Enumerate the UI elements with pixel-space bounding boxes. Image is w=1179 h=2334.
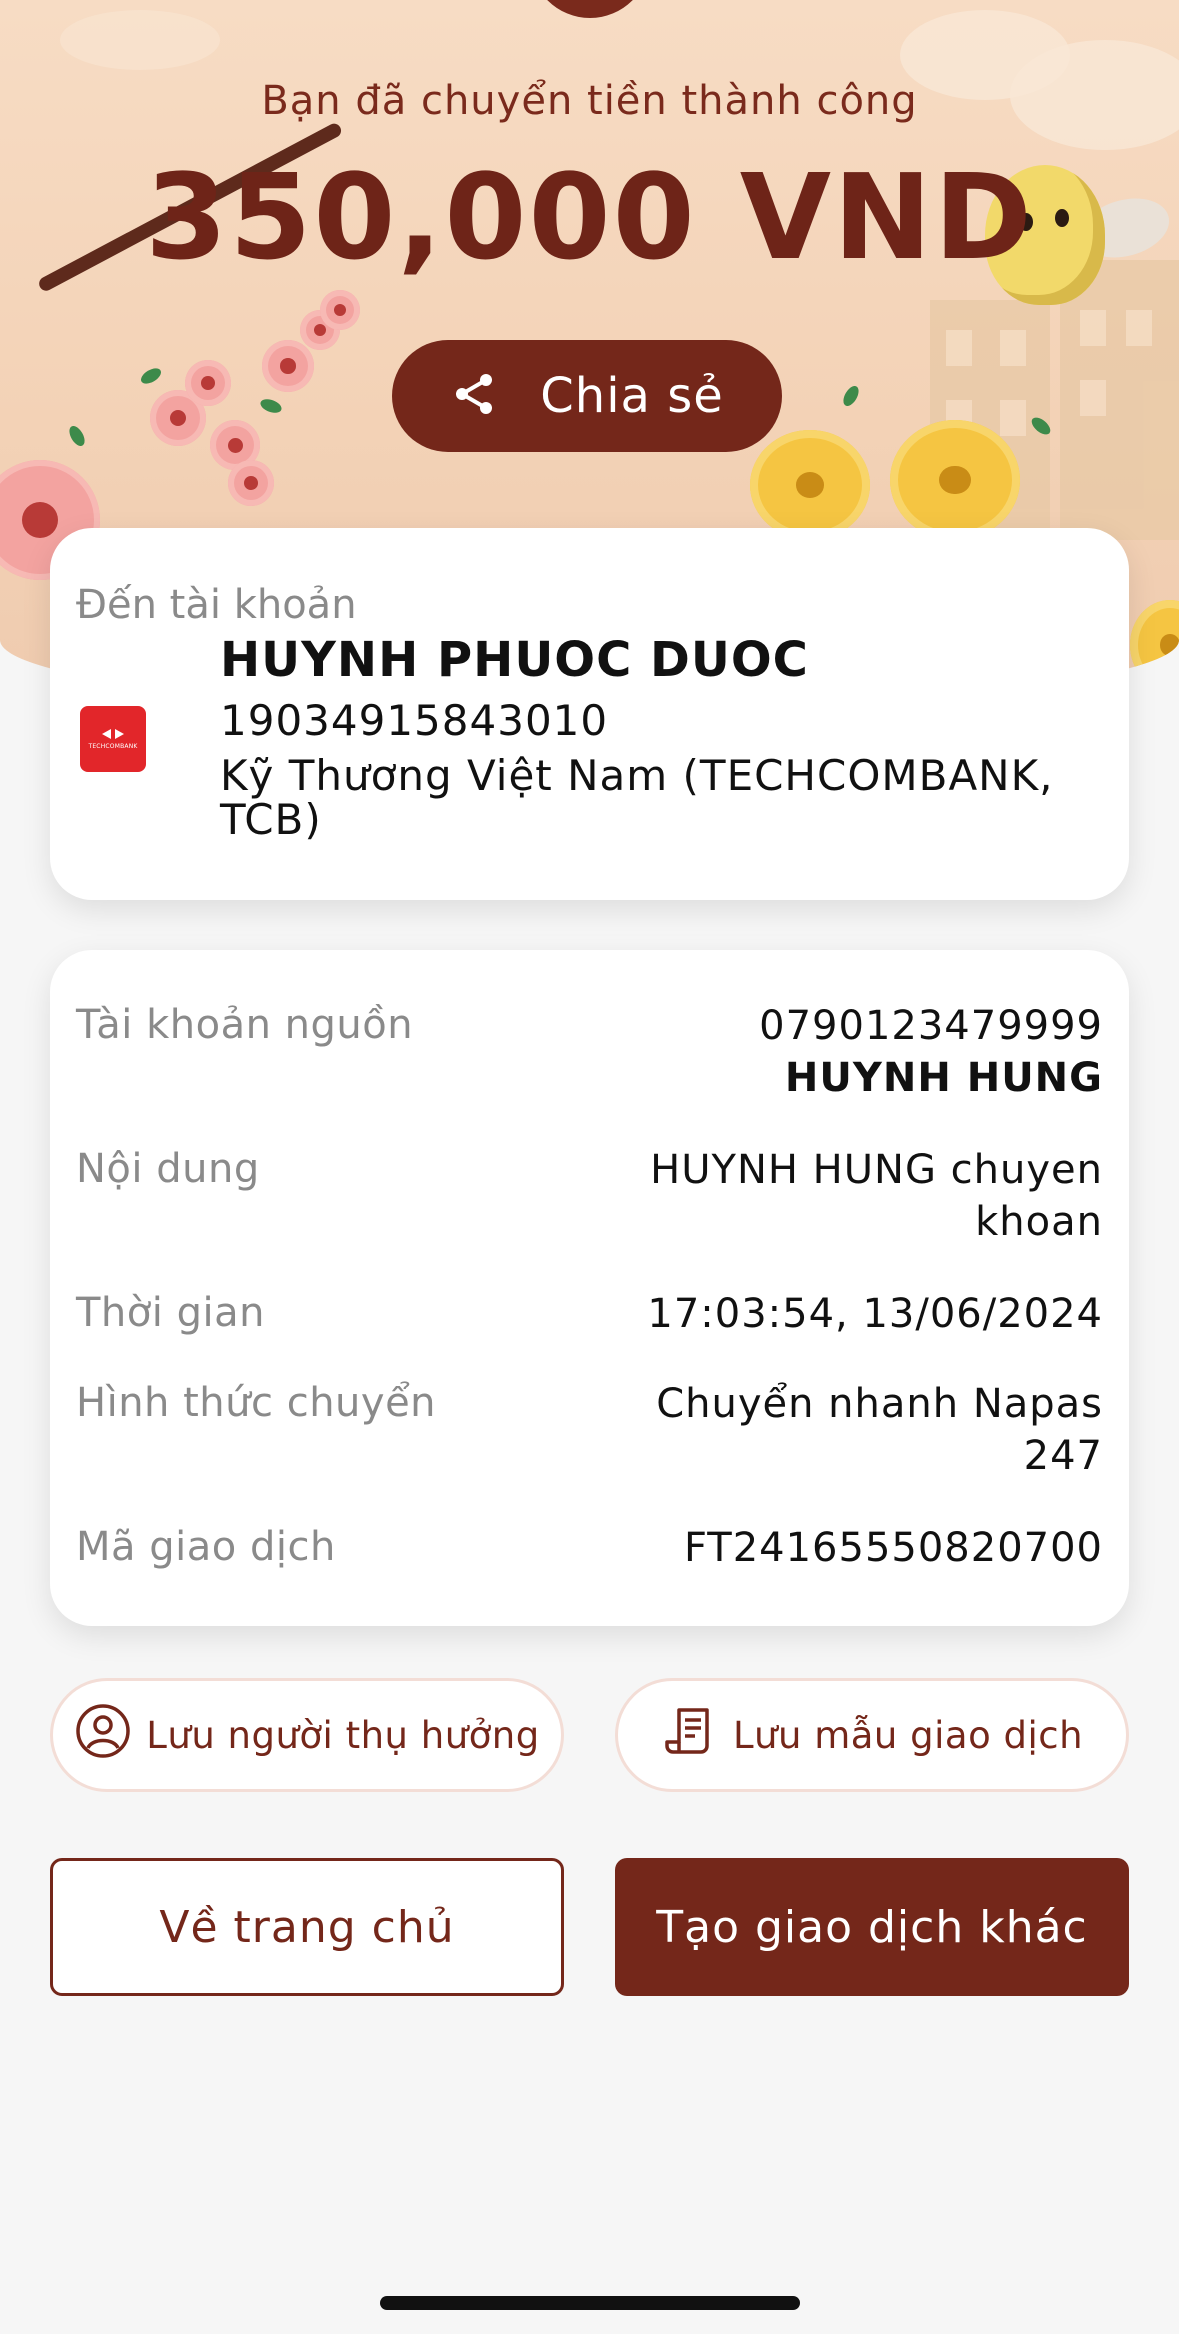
detail-value: Chuyển nhanh Napas 247 bbox=[656, 1378, 1103, 1482]
detail-value: 17:03:54, 13/06/2024 bbox=[647, 1288, 1103, 1340]
flower-decoration bbox=[750, 430, 870, 540]
recipient-label: Đến tài khoản bbox=[76, 582, 357, 628]
flower-decoration bbox=[185, 360, 231, 406]
content-line-1: HUYNH HUNG chuyen bbox=[650, 1147, 1103, 1193]
new-transaction-button[interactable]: Tạo giao dịch khác bbox=[615, 1858, 1129, 1996]
building-decoration bbox=[1060, 260, 1179, 540]
recipient-bank: Kỹ Thương Việt Nam (TECHCOMBANK, TCB) bbox=[220, 751, 1054, 844]
flower-decoration bbox=[262, 340, 314, 392]
transfer-method-line-2: 247 bbox=[1023, 1433, 1103, 1479]
flower-decoration bbox=[228, 460, 274, 506]
flower-decoration bbox=[890, 420, 1020, 540]
leaf-decoration bbox=[840, 383, 862, 409]
save-beneficiary-button[interactable]: Lưu người thụ hưởng bbox=[50, 1678, 564, 1792]
transaction-time: 17:03:54, 13/06/2024 bbox=[647, 1291, 1103, 1337]
share-label: Chia sẻ bbox=[540, 368, 724, 424]
detail-label: Thời gian bbox=[76, 1290, 265, 1336]
leaf-decoration bbox=[258, 396, 284, 416]
flower-decoration bbox=[320, 290, 360, 330]
success-message: Bạn đã chuyển tiền thành công bbox=[261, 78, 918, 124]
transaction-details-card: Tài khoản nguồn 0790123479999 HUYNH HUNG… bbox=[50, 950, 1129, 1626]
detail-value: HUYNH HUNG chuyen khoan bbox=[650, 1144, 1103, 1248]
home-button[interactable]: Về trang chủ bbox=[50, 1858, 564, 1996]
user-circle-icon bbox=[74, 1702, 132, 1769]
top-avatar-edge bbox=[530, 0, 650, 18]
share-icon bbox=[450, 370, 498, 422]
cloud-decoration bbox=[60, 10, 220, 70]
save-beneficiary-label: Lưu người thụ hưởng bbox=[146, 1713, 540, 1757]
detail-value: FT24165550820700 bbox=[684, 1522, 1103, 1574]
detail-label: Hình thức chuyển bbox=[76, 1380, 437, 1426]
detail-value: 0790123479999 HUYNH HUNG bbox=[759, 1000, 1103, 1104]
detail-label: Nội dung bbox=[76, 1146, 260, 1192]
content-line-2: khoan bbox=[975, 1199, 1103, 1245]
share-button[interactable]: Chia sẻ bbox=[392, 340, 782, 452]
leaf-decoration bbox=[66, 423, 88, 449]
flower-decoration bbox=[1130, 600, 1179, 690]
detail-label: Mã giao dịch bbox=[76, 1524, 336, 1570]
recipient-name: HUYNH PHUOC DUOC bbox=[220, 632, 809, 688]
recipient-account: 19034915843010 bbox=[220, 696, 609, 745]
bank-logo-text: TECHCOMBANK bbox=[88, 742, 138, 750]
leaf-decoration bbox=[138, 365, 164, 387]
save-template-label: Lưu mẫu giao dịch bbox=[732, 1713, 1084, 1757]
transfer-amount: 350,000 VND bbox=[145, 148, 1034, 286]
recipient-card: Đến tài khoản TECHCOMBANK HUYNH PHUOC DU… bbox=[50, 528, 1129, 900]
receipt-icon bbox=[661, 1702, 719, 1769]
detail-label: Tài khoản nguồn bbox=[76, 1002, 414, 1048]
source-account-number: 0790123479999 bbox=[759, 1003, 1103, 1049]
bank-logo: TECHCOMBANK bbox=[80, 706, 146, 772]
source-account-name: HUYNH HUNG bbox=[784, 1055, 1103, 1101]
transaction-code: FT24165550820700 bbox=[683, 1525, 1103, 1571]
transfer-method-line-1: Chuyển nhanh Napas bbox=[656, 1381, 1103, 1427]
techcombank-icon bbox=[102, 728, 124, 739]
home-indicator[interactable] bbox=[380, 2296, 800, 2310]
save-template-button[interactable]: Lưu mẫu giao dịch bbox=[615, 1678, 1129, 1792]
